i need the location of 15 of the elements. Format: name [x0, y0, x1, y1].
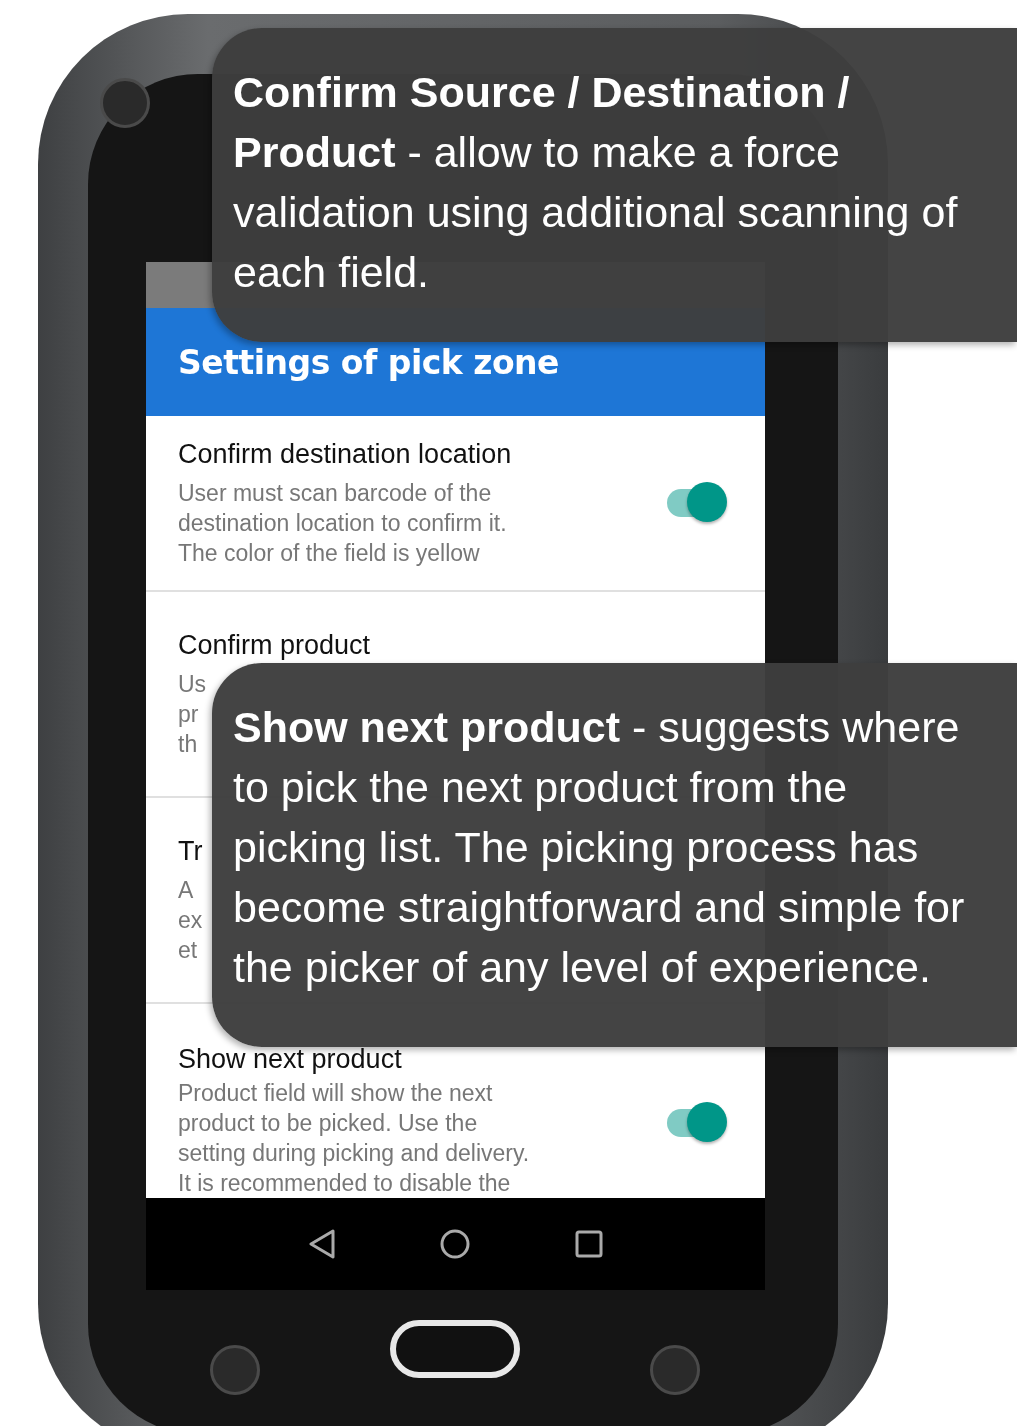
- back-icon[interactable]: [308, 1229, 337, 1259]
- home-icon[interactable]: [440, 1229, 471, 1259]
- screen-title: Settings of pick zone: [178, 342, 559, 382]
- setting-title: Confirm product: [178, 629, 371, 661]
- home-key[interactable]: [390, 1320, 520, 1378]
- setting-description: User must scan barcode of the destination location to confirm it. The color of the field is yellow: [178, 478, 507, 568]
- recents-icon[interactable]: [574, 1230, 603, 1258]
- callout-text: Confirm Source / Destination / Product - allow to make a force validation using additional scanning of each field.: [233, 67, 959, 298]
- setting-title: Confirm destination location: [178, 438, 512, 470]
- setting-description: Product field will show the next product to be picked. Use the setting during picking and delivery. It is recommended to disable the: [178, 1079, 530, 1198]
- setting-title: Show next product: [178, 1044, 402, 1075]
- setting-title: Tr: [178, 835, 203, 867]
- callout-text: Show next product - suggests where to pick the next product from the picking list. The picking process has become straightforward and simple for the picker of any level of experience.: [233, 702, 966, 993]
- setting-description: A ex et: [178, 875, 203, 965]
- setting-description: Us pr th: [178, 669, 207, 759]
